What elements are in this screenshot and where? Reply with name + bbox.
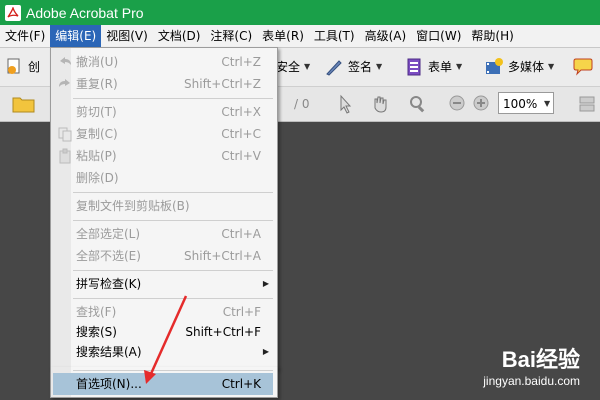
baidu-watermark: Bai经验 jingyan.baidu.com — [483, 342, 580, 388]
watermark-url: jingyan.baidu.com — [483, 374, 580, 388]
watermark-brand: Bai经验 — [501, 347, 580, 372]
annotation-arrow — [144, 295, 188, 384]
